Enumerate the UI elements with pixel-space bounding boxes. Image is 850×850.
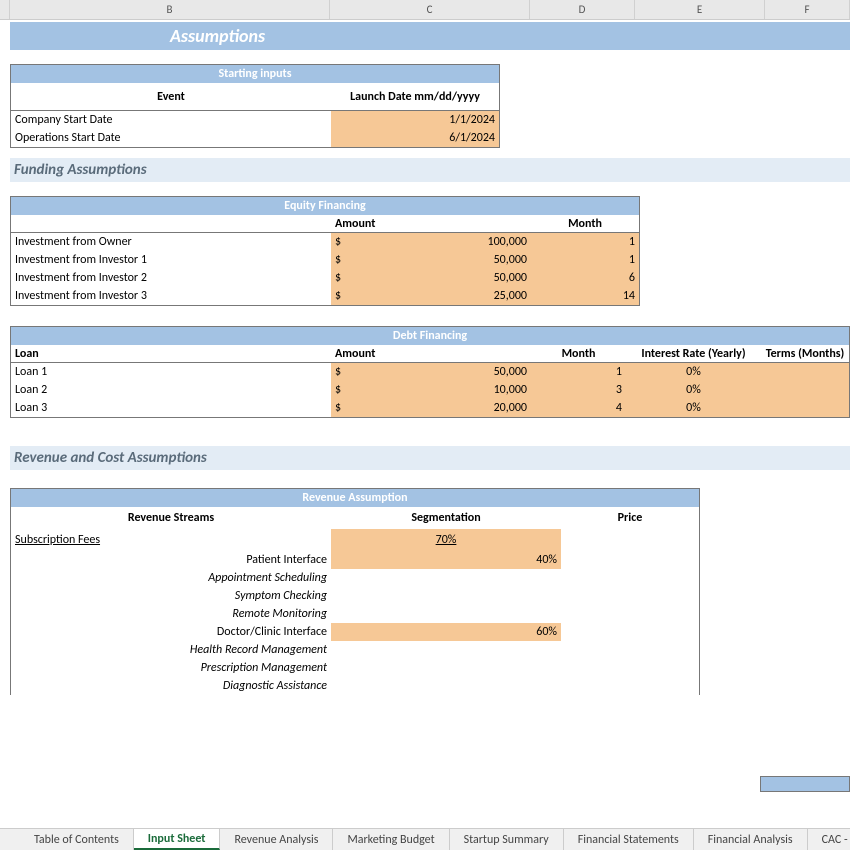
amount-input[interactable]: 10,000	[346, 381, 531, 399]
amount-input[interactable]: 25,000	[346, 287, 531, 305]
month-input[interactable]: 14	[531, 287, 639, 305]
loan-label[interactable]: Loan 3	[11, 399, 331, 417]
month-input[interactable]: 4	[531, 399, 626, 417]
funding-section-header: Funding Assumptions	[10, 158, 850, 182]
terms-input[interactable]	[761, 399, 849, 417]
sheet-tab-table-of-contents[interactable]: Table of Contents	[20, 829, 134, 850]
col-amount: Amount	[331, 345, 531, 362]
sheet-tab-financial-analysis[interactable]: Financial Analysis	[694, 829, 808, 850]
sheet-tab-marketing-budget[interactable]: Marketing Budget	[333, 829, 449, 850]
sheet-tabs: Table of ContentsInput SheetRevenue Anal…	[0, 828, 850, 850]
rate-input[interactable]: 0%	[626, 399, 761, 417]
starting-inputs-table: Starting inputs Event Launch Date mm/dd/…	[10, 64, 500, 148]
rate-input[interactable]: 0%	[626, 363, 761, 381]
debt-header: Debt Financing	[11, 327, 849, 345]
amount-input[interactable]: 50,000	[346, 269, 531, 287]
feature-label[interactable]: Appointment Scheduling	[11, 569, 331, 587]
page-title-bar: Assumptions	[10, 22, 850, 50]
col-terms: Terms (Months)	[761, 345, 849, 362]
col-amount: Amount	[331, 215, 531, 232]
debt-table: Debt Financing Loan Amount Month Interes…	[10, 326, 850, 418]
equity-label[interactable]: Investment from Investor 3	[11, 287, 331, 305]
currency: $	[331, 363, 346, 381]
currency: $	[331, 269, 346, 287]
revenue-section-header: Revenue and Cost Assumptions	[10, 446, 850, 470]
row-label[interactable]: Operations Start Date	[11, 129, 331, 147]
revenue-header: Revenue Assumption	[11, 489, 699, 507]
patient-interface[interactable]: Patient Interface	[11, 551, 331, 569]
col-loan: Loan	[11, 345, 331, 362]
column-headers: B C D E F	[0, 0, 850, 20]
seg-input[interactable]: 40%	[331, 551, 561, 569]
subscription-fees[interactable]: Subscription Fees	[11, 529, 331, 551]
sheet-tab-revenue-analysis[interactable]: Revenue Analysis	[220, 829, 333, 850]
feature-label[interactable]: Diagnostic Assistance	[11, 677, 331, 695]
col-header-b[interactable]: B	[10, 0, 330, 19]
equity-label[interactable]: Investment from Owner	[11, 233, 331, 251]
currency: $	[331, 381, 346, 399]
row-label[interactable]: Company Start Date	[11, 111, 331, 129]
amount-input[interactable]: 50,000	[346, 363, 531, 381]
loan-label[interactable]: Loan 2	[11, 381, 331, 399]
loan-label[interactable]: Loan 1	[11, 363, 331, 381]
date-input[interactable]: 1/1/2024	[331, 111, 499, 129]
seg-input[interactable]: 70%	[331, 529, 561, 551]
month-input[interactable]: 1	[531, 233, 639, 251]
seg-input[interactable]: 60%	[331, 623, 561, 641]
terms-input[interactable]	[761, 363, 849, 381]
equity-label[interactable]: Investment from Investor 2	[11, 269, 331, 287]
col-month: Month	[531, 345, 626, 362]
col-streams: Revenue Streams	[11, 507, 331, 529]
amount-input[interactable]: 20,000	[346, 399, 531, 417]
month-input[interactable]: 6	[531, 269, 639, 287]
sheet-tab-startup-summary[interactable]: Startup Summary	[450, 829, 564, 850]
col-rate: Interest Rate (Yearly)	[626, 345, 761, 362]
doctor-interface[interactable]: Doctor/Clinic Interface	[11, 623, 331, 641]
col-month: Month	[531, 215, 639, 232]
equity-table: Equity Financing Amount Month Investment…	[10, 196, 640, 306]
amount-input[interactable]: 50,000	[346, 251, 531, 269]
currency: $	[331, 233, 346, 251]
terms-input[interactable]	[761, 381, 849, 399]
currency: $	[331, 251, 346, 269]
revenue-table: Revenue Assumption Revenue Streams Segme…	[10, 488, 700, 695]
col-launch-date: Launch Date mm/dd/yyyy	[331, 83, 499, 110]
col-header-e[interactable]: E	[635, 0, 765, 19]
col-event: Event	[11, 83, 331, 110]
col-price: Price	[561, 507, 699, 529]
side-panel-fragment	[760, 776, 850, 792]
month-input[interactable]: 1	[531, 251, 639, 269]
feature-label[interactable]: Symptom Checking	[11, 587, 331, 605]
sheet-tab-cac-cl[interactable]: CAC - CL	[808, 829, 850, 850]
feature-label[interactable]: Remote Monitoring	[11, 605, 331, 623]
col-seg: Segmentation	[331, 507, 561, 529]
feature-label[interactable]: Health Record Management	[11, 641, 331, 659]
col-header-f[interactable]: F	[765, 0, 850, 19]
feature-label[interactable]: Prescription Management	[11, 659, 331, 677]
equity-label[interactable]: Investment from Investor 1	[11, 251, 331, 269]
month-input[interactable]: 3	[531, 381, 626, 399]
date-input[interactable]: 6/1/2024	[331, 129, 499, 147]
page-title: Assumptions	[170, 25, 265, 47]
equity-header: Equity Financing	[11, 197, 639, 215]
col-header-c[interactable]: C	[330, 0, 530, 19]
sheet-tab-input-sheet[interactable]: Input Sheet	[134, 829, 221, 850]
currency: $	[331, 287, 346, 305]
sheet-tab-financial-statements[interactable]: Financial Statements	[564, 829, 694, 850]
month-input[interactable]: 1	[531, 363, 626, 381]
amount-input[interactable]: 100,000	[346, 233, 531, 251]
starting-inputs-header: Starting inputs	[11, 65, 499, 83]
currency: $	[331, 399, 346, 417]
rate-input[interactable]: 0%	[626, 381, 761, 399]
col-header-d[interactable]: D	[530, 0, 635, 19]
